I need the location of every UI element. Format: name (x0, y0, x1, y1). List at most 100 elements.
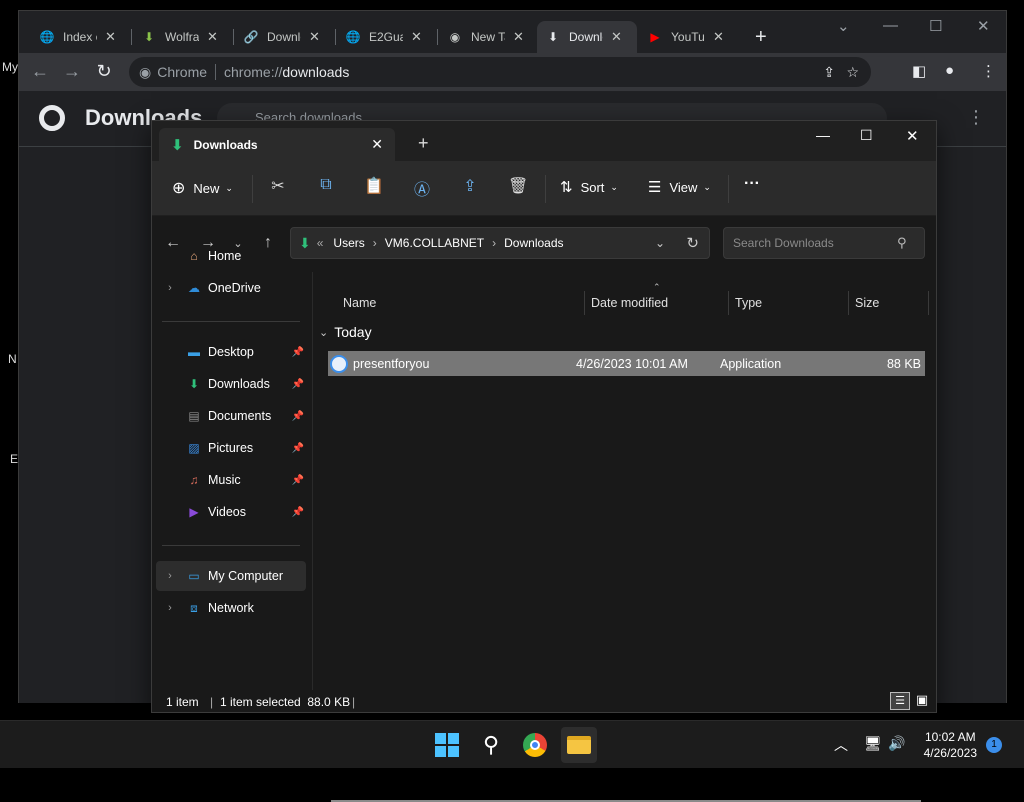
column-header-date[interactable]: Date modified (591, 289, 668, 317)
close-tab-icon[interactable]: ✕ (371, 136, 383, 153)
search-input[interactable]: Search Downloads (723, 227, 925, 259)
close-window-icon[interactable]: ✕ (977, 17, 990, 35)
reload-icon[interactable]: ↻ (93, 61, 115, 82)
forward-icon[interactable]: → (61, 61, 83, 82)
details-view-icon[interactable]: ☰ (890, 692, 910, 710)
nav-item-my-computer[interactable]: › ▭ My Computer (156, 561, 306, 591)
chrome-tab[interactable]: 🌐 Index of ✕ (31, 21, 124, 53)
refresh-icon[interactable]: ↻ (686, 234, 699, 252)
new-tab-button[interactable]: + (747, 21, 775, 53)
cut-icon[interactable]: ✂ (268, 176, 288, 196)
share-icon[interactable]: ⇪ (460, 176, 480, 196)
new-tab-icon[interactable]: + (418, 133, 429, 154)
column-header-size[interactable]: Size (855, 289, 879, 317)
chrome-tab[interactable]: 🌐 E2Guardian ✕ (337, 21, 430, 53)
search-icon[interactable]: ⚲ (473, 727, 509, 763)
address-bar[interactable]: ◉ Chrome chrome:// downloads ⇪ ☆ (129, 57, 871, 87)
chevron-right-icon[interactable]: › (160, 282, 180, 294)
network-icon[interactable]: 🖥 (864, 735, 882, 752)
column-header-type[interactable]: Type (735, 289, 762, 317)
sort-button[interactable]: ⇅ Sort ⌄ (560, 178, 618, 196)
file-explorer-icon[interactable] (561, 727, 597, 763)
breadcrumb-item[interactable]: VM6.COLLABNET (385, 236, 484, 250)
delete-icon[interactable]: 🗑 (508, 176, 528, 196)
table-row[interactable]: presentforyou 4/26/2023 10:01 AM Applica… (328, 351, 925, 376)
more-options-button[interactable]: ··· (744, 175, 760, 193)
paste-icon[interactable]: 📋 (364, 176, 384, 196)
nav-item-pictures[interactable]: ▨ Pictures 📌 (156, 433, 306, 463)
windows-start-icon[interactable] (429, 727, 465, 763)
chrome-tab[interactable]: ▶ YouTube ✕ (639, 21, 732, 53)
minimize-icon[interactable]: — (816, 127, 830, 143)
pin-icon[interactable]: 📌 (292, 347, 304, 358)
column-header-name[interactable]: Name (343, 289, 376, 317)
tiles-view-icon[interactable]: ▣ (912, 692, 932, 710)
close-icon[interactable]: ✕ (105, 29, 116, 45)
close-icon[interactable]: ✕ (207, 29, 218, 45)
pin-icon[interactable]: 📌 (292, 507, 304, 518)
nav-item-home[interactable]: ⌂ Home (156, 241, 306, 271)
close-icon[interactable]: ✕ (513, 29, 524, 45)
chrome-tab[interactable]: ◉ New Tab ✕ (439, 21, 532, 53)
nav-item-downloads[interactable]: ⬇ Downloads 📌 (156, 369, 306, 399)
chrome-toolbar: ← → ↻ ◉ Chrome chrome:// downloads ⇪ ☆ ◧… (19, 53, 1006, 91)
bookmark-star-icon[interactable]: ☆ (846, 64, 859, 81)
chevron-right-icon[interactable]: › (160, 602, 180, 614)
share-icon[interactable]: ⇪ (823, 64, 835, 81)
nav-divider (162, 545, 300, 546)
command-bar: ⊕ New ⌄ ✂ ⧉ 📋 Ⓐ ⇪ 🗑 ⇅ Sort ⌄ ☰ View ⌄ ··… (152, 161, 936, 216)
menu-kebab-icon[interactable]: ⋮ (967, 107, 985, 128)
sort-label: Sort (580, 179, 605, 195)
pin-icon[interactable]: 📌 (292, 443, 304, 454)
nav-item-onedrive[interactable]: › ☁ OneDrive (156, 273, 306, 303)
explorer-tab[interactable]: ⬇ Downloads ✕ (159, 128, 395, 161)
application-icon (330, 354, 348, 373)
copy-icon[interactable]: ⧉ (316, 176, 336, 194)
nav-item-documents[interactable]: ▤ Documents 📌 (156, 401, 306, 431)
chrome-tab-active[interactable]: ⬇ Downloads ✕ (537, 21, 637, 53)
volume-icon[interactable]: 🔊 (888, 735, 905, 752)
close-icon[interactable]: ✕ (411, 29, 422, 45)
pin-icon[interactable]: 📌 (292, 411, 304, 422)
back-icon[interactable]: ← (29, 61, 51, 82)
breadcrumb-item[interactable]: Users (333, 236, 364, 250)
maximize-icon[interactable]: ☐ (860, 127, 873, 144)
nav-item-music[interactable]: ♫ Music 📌 (156, 465, 306, 495)
file-date: 4/26/2023 10:01 AM (576, 356, 688, 371)
notification-badge[interactable]: 1 (986, 737, 1002, 753)
nav-item-network[interactable]: › ⧈ Network (156, 593, 306, 623)
chrome-tab[interactable]: ⬇ Wolfram ✕ (133, 21, 226, 53)
video-icon: ▶ (189, 505, 199, 519)
nav-item-videos[interactable]: ▶ Videos 📌 (156, 497, 306, 527)
chevron-down-icon: ⌄ (703, 181, 711, 192)
view-button[interactable]: ☰ View ⌄ (648, 178, 711, 196)
menu-kebab-icon[interactable]: ⋮ (981, 62, 996, 80)
new-button[interactable]: ⊕ New ⌄ (172, 178, 233, 198)
breadcrumb-bar[interactable]: ⬇ « Users › VM6.COLLABNET › Downloads ⌄ … (290, 227, 710, 259)
breadcrumb-overflow[interactable]: « (317, 236, 324, 250)
breadcrumb-item[interactable]: Downloads (504, 236, 563, 250)
nav-divider (162, 321, 300, 322)
chrome-icon[interactable] (517, 727, 553, 763)
close-icon[interactable]: ✕ (309, 29, 320, 45)
close-icon[interactable]: ✕ (611, 29, 622, 45)
chrome-tab[interactable]: 🔗 Downloads ✕ (235, 21, 328, 53)
show-hidden-icons-icon[interactable]: ︿ (834, 735, 848, 755)
tab-title: Downloads (193, 137, 258, 152)
profile-icon[interactable]: ● (945, 62, 954, 79)
side-panel-icon[interactable]: ◧ (912, 62, 926, 80)
chevron-down-icon[interactable]: ⌄ (655, 236, 665, 250)
close-icon[interactable]: ✕ (713, 29, 724, 45)
group-header[interactable]: ⌄ Today (319, 324, 372, 340)
pin-icon[interactable]: 📌 (292, 475, 304, 486)
chevron-right-icon[interactable]: › (160, 570, 180, 582)
close-window-icon[interactable]: ✕ (906, 127, 919, 145)
clock[interactable]: 10:02 AM 4/26/2023 (924, 729, 977, 761)
tab-search-icon[interactable]: ⌄ (837, 17, 850, 35)
chevron-down-icon: ⌄ (610, 181, 618, 192)
minimize-icon[interactable]: — (883, 17, 898, 34)
maximize-icon[interactable]: ☐ (929, 17, 942, 35)
nav-item-desktop[interactable]: ▬ Desktop 📌 (156, 337, 306, 367)
pin-icon[interactable]: 📌 (292, 379, 304, 390)
rename-icon[interactable]: Ⓐ (412, 176, 432, 200)
